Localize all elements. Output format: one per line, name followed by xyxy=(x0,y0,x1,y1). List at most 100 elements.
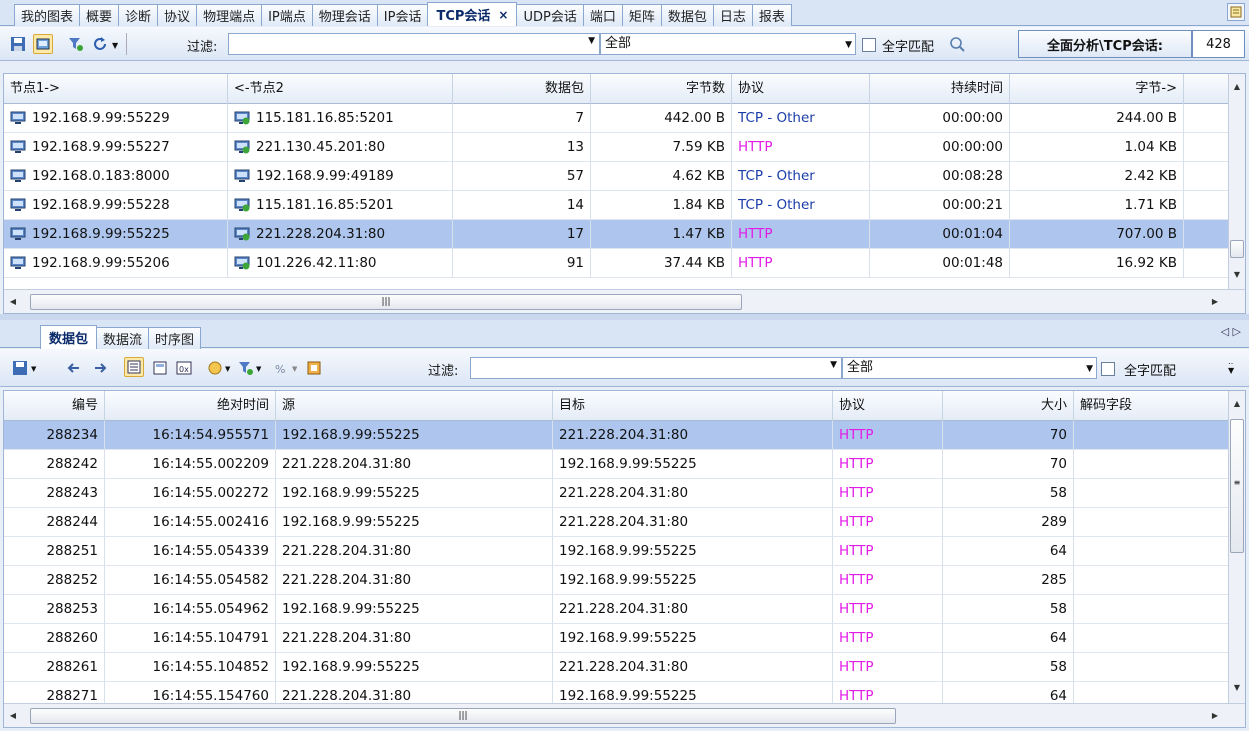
column-header[interactable]: 持续时间 xyxy=(870,74,1010,104)
cell-time: 16:14:55.054339 xyxy=(105,537,276,566)
scroll-left-icon[interactable]: ◀ xyxy=(6,711,20,720)
list-view-icon[interactable] xyxy=(124,357,144,377)
table-row[interactable]: 288252 16:14:55.054582 221.228.204.31:80 19… xyxy=(4,566,1229,595)
sort-icon[interactable]: % xyxy=(272,358,292,378)
column-header[interactable]: 大小 xyxy=(943,391,1074,421)
packet-tab-0[interactable]: 数据包 xyxy=(40,325,98,349)
search-icon[interactable] xyxy=(947,34,967,54)
filter-scope-select[interactable]: 全部 ▼ xyxy=(842,357,1097,379)
table-row[interactable]: 192.168.9.99:55227 221.130.45.201:80 13 7.5… xyxy=(4,133,1229,162)
tab-0[interactable]: 我的图表 xyxy=(14,4,81,26)
tab-5[interactable]: IP端点 xyxy=(261,4,313,26)
packet-tab-1[interactable]: 数据流 xyxy=(96,327,150,349)
packet-tab-2[interactable]: 时序图 xyxy=(148,327,202,349)
scroll-thumb[interactable]: ||| xyxy=(30,294,742,310)
cell-id: 288243 xyxy=(4,479,105,508)
column-header[interactable]: 字节数 xyxy=(591,74,732,104)
scroll-up-icon[interactable]: ▲ xyxy=(1230,82,1244,91)
scroll-thumb[interactable]: ≡ xyxy=(1230,419,1244,553)
tab-7[interactable]: IP会话 xyxy=(376,4,429,26)
column-header[interactable]: <-节点2 xyxy=(228,74,453,104)
tab-13[interactable]: 日志 xyxy=(712,4,753,26)
horizontal-scrollbar[interactable]: ◀ ||| ▶ xyxy=(4,289,1245,313)
cell-protocol: HTTP xyxy=(833,421,943,450)
tab-9[interactable]: UDP会话 xyxy=(516,4,584,26)
table-row[interactable]: 288244 16:14:55.002416 192.168.9.99:55225 2… xyxy=(4,508,1229,537)
forward-arrow-icon[interactable] xyxy=(90,358,110,378)
tab-scroll-arrows[interactable]: ◁ ▷ xyxy=(1221,325,1241,338)
back-arrow-icon[interactable] xyxy=(64,358,84,378)
scroll-thumb[interactable] xyxy=(1230,240,1244,258)
column-header[interactable]: 字节-> xyxy=(1010,74,1184,104)
scroll-thumb[interactable]: ||| xyxy=(30,708,896,724)
node-display-icon[interactable] xyxy=(33,34,53,54)
tab-1[interactable]: 概要 xyxy=(79,4,120,26)
cell-node2: 115.181.16.85:5201 xyxy=(228,104,453,133)
cell-protocol: HTTP xyxy=(833,566,943,595)
scroll-left-icon[interactable]: ◀ xyxy=(6,297,20,306)
tab-3[interactable]: 协议 xyxy=(157,4,198,26)
scroll-right-icon[interactable]: ▶ xyxy=(1208,711,1222,720)
refresh-dropdown-icon[interactable]: ▼ xyxy=(112,41,118,50)
refresh-icon[interactable] xyxy=(90,34,110,54)
tab-6[interactable]: 物理会话 xyxy=(311,4,378,26)
cell-dst: 221.228.204.31:80 xyxy=(553,595,833,624)
tab-14[interactable]: 报表 xyxy=(751,4,792,26)
decode-icon[interactable] xyxy=(205,358,225,378)
tab-label: 物理端点 xyxy=(203,10,256,25)
column-header[interactable]: 编号 xyxy=(4,391,105,421)
cell-node2: 115.181.16.85:5201 xyxy=(228,191,453,220)
column-header[interactable]: 协议 xyxy=(833,391,943,421)
table-row[interactable]: 288261 16:14:55.104852 192.168.9.99:55225 2… xyxy=(4,653,1229,682)
column-header[interactable]: 绝对时间 xyxy=(105,391,276,421)
column-header[interactable]: 数据包 xyxy=(453,74,591,104)
detail-view-icon[interactable] xyxy=(150,358,170,378)
save-icon[interactable] xyxy=(10,358,30,378)
match-whole-word-checkbox[interactable] xyxy=(862,38,876,52)
filter-input[interactable]: ▼ xyxy=(470,357,842,379)
table-row[interactable]: 192.168.9.99:55229 115.181.16.85:5201 7 442… xyxy=(4,104,1229,133)
toolbar-overflow-icon[interactable]: ‥ ▼ xyxy=(1228,357,1234,375)
scroll-right-icon[interactable]: ▶ xyxy=(1208,297,1222,306)
filter-add-icon[interactable] xyxy=(236,358,256,378)
tab-list-icon[interactable] xyxy=(1227,3,1245,21)
table-row[interactable]: 288234 16:14:54.955571 192.168.9.99:55225 2… xyxy=(4,421,1229,450)
table-row[interactable]: 192.168.9.99:55206 101.226.42.11:80 91 37.4… xyxy=(4,249,1229,278)
save-icon[interactable] xyxy=(8,34,28,54)
table-row[interactable]: 288243 16:14:55.002272 192.168.9.99:55225 2… xyxy=(4,479,1229,508)
tab-2[interactable]: 诊断 xyxy=(118,4,159,26)
vertical-scrollbar[interactable]: ▲ ≡ ▼ xyxy=(1228,391,1245,703)
scroll-down-icon[interactable]: ▼ xyxy=(1230,270,1244,279)
horizontal-scrollbar[interactable]: ◀ ||| ▶ xyxy=(4,703,1245,727)
tab-10[interactable]: 端口 xyxy=(582,4,623,26)
filter-input[interactable]: ▼ xyxy=(228,33,600,55)
column-header[interactable]: 解码字段 xyxy=(1074,391,1229,421)
close-icon[interactable]: × xyxy=(498,8,508,22)
tab-12[interactable]: 数据包 xyxy=(660,4,714,26)
table-row[interactable]: 288251 16:14:55.054339 221.228.204.31:80 19… xyxy=(4,537,1229,566)
table-row[interactable]: 288242 16:14:55.002209 221.228.204.31:80 19… xyxy=(4,450,1229,479)
tab-8[interactable]: TCP会话 × xyxy=(427,2,518,26)
column-header[interactable]: 源 xyxy=(276,391,553,421)
scroll-up-icon[interactable]: ▲ xyxy=(1230,399,1244,408)
filter-scope-select[interactable]: 全部 ▼ xyxy=(600,33,856,55)
column-header[interactable]: 协议 xyxy=(732,74,870,104)
column-header[interactable]: 目标 xyxy=(553,391,833,421)
filter-add-icon[interactable] xyxy=(66,34,86,54)
table-row[interactable]: 192.168.9.99:55228 115.181.16.85:5201 14 1.… xyxy=(4,191,1229,220)
host-address: 221.228.204.31:80 xyxy=(256,226,386,242)
table-row[interactable]: 288253 16:14:55.054962 192.168.9.99:55225 2… xyxy=(4,595,1229,624)
table-row[interactable]: 192.168.0.183:8000 192.168.9.99:49189 57 4.… xyxy=(4,162,1229,191)
cell-size: 289 xyxy=(943,508,1074,537)
table-row[interactable]: 192.168.9.99:55225 221.228.204.31:80 17 1.4… xyxy=(4,220,1229,249)
table-row[interactable]: 288260 16:14:55.104791 221.228.204.31:80 19… xyxy=(4,624,1229,653)
tab-label: 我的图表 xyxy=(21,10,74,25)
scroll-down-icon[interactable]: ▼ xyxy=(1230,683,1244,692)
export-icon[interactable] xyxy=(304,358,324,378)
match-whole-word-checkbox[interactable] xyxy=(1101,362,1115,376)
vertical-scrollbar[interactable]: ▲ ▼ xyxy=(1228,74,1245,289)
hex-view-icon[interactable]: 0x xyxy=(174,358,194,378)
tab-11[interactable]: 矩阵 xyxy=(621,4,662,26)
column-header[interactable]: 节点1-> xyxy=(4,74,228,104)
tab-4[interactable]: 物理端点 xyxy=(196,4,263,26)
